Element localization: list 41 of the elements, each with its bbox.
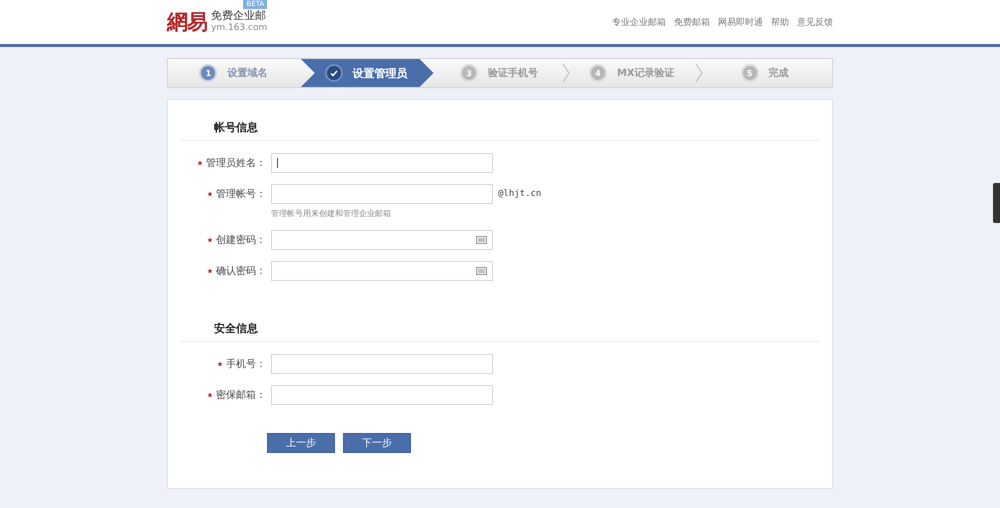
step-number: 5: [742, 66, 757, 80]
password-field[interactable]: [271, 230, 493, 250]
domain-suffix: @lhjt.cn: [498, 189, 542, 199]
next-button[interactable]: 下一步: [343, 433, 411, 453]
field-label: 密保邮箱：: [216, 388, 266, 402]
step-label: 设置域名: [227, 66, 268, 80]
keyboard-icon[interactable]: [476, 267, 487, 275]
step-label: 完成: [768, 66, 789, 80]
input-field[interactable]: [271, 354, 493, 374]
chevron-icon: [562, 63, 570, 83]
header-link[interactable]: 网易即时通: [718, 16, 763, 28]
logo-mark: 網易: [167, 8, 207, 36]
header-link[interactable]: 免费邮箱: [674, 16, 710, 28]
keyboard-icon[interactable]: [476, 236, 487, 244]
check-icon: [326, 66, 341, 80]
field-label: 管理帐号：: [216, 188, 266, 201]
header-link[interactable]: 专业企业邮箱: [612, 16, 666, 28]
step-number: 1: [201, 66, 216, 80]
logo-title: 免费企业邮: [211, 10, 267, 22]
field-label: 手机号：: [226, 358, 266, 371]
field-hint: 管理帐号用来创建和管理企业邮箱: [271, 208, 392, 219]
previous-button[interactable]: 上一步: [267, 433, 335, 453]
section-title: 安全信息: [180, 315, 820, 342]
header-link[interactable]: 帮助: [771, 16, 789, 28]
step-number: 3: [462, 66, 476, 80]
field-label: 确认密码：: [216, 264, 266, 278]
section-title: 帐号信息: [180, 114, 820, 141]
password-field[interactable]: [271, 261, 493, 281]
step-label: 验证手机号: [488, 66, 538, 80]
side-tab[interactable]: [993, 183, 1000, 223]
step-label: MX记录验证: [616, 66, 675, 80]
field-label: 管理员姓名：: [206, 157, 266, 170]
input-field[interactable]: [271, 184, 493, 204]
input-field[interactable]: [271, 385, 493, 405]
field-label: 创建密码：: [216, 234, 266, 247]
step-label: 设置管理员: [352, 66, 408, 80]
input-field[interactable]: [271, 153, 493, 173]
chevron-icon: [695, 63, 704, 83]
header-link[interactable]: 意见反馈: [797, 16, 833, 28]
logo-domain: ym.163.com: [211, 22, 268, 34]
step-number: 4: [590, 66, 605, 80]
